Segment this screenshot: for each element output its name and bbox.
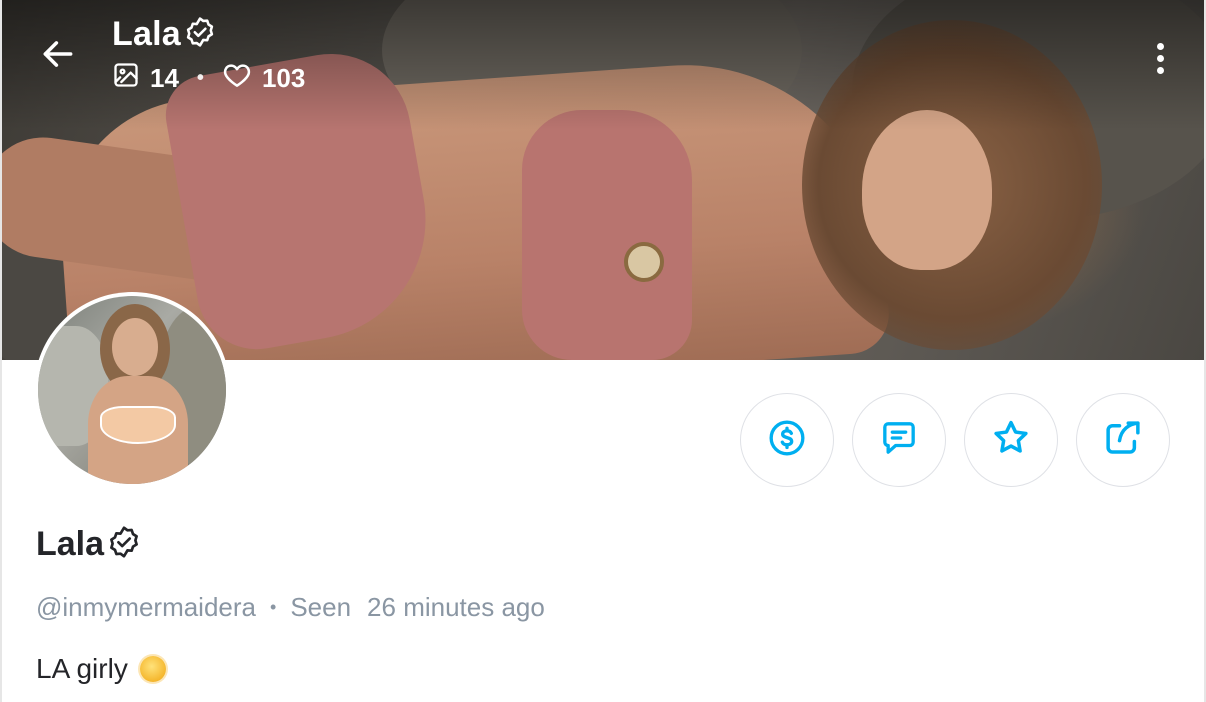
likes-count-stat[interactable]: 103 <box>222 60 305 97</box>
back-button[interactable] <box>36 34 80 78</box>
share-icon <box>1102 417 1144 464</box>
dollar-circle-icon <box>767 418 807 463</box>
heart-icon <box>222 60 252 97</box>
verified-badge-icon <box>106 524 142 565</box>
bio-text: LA girly <box>36 653 128 684</box>
avatar-image <box>38 296 226 484</box>
verified-badge-icon <box>183 15 217 54</box>
message-icon <box>879 418 919 463</box>
likes-count: 103 <box>261 63 306 93</box>
meta-separator: • <box>270 597 277 617</box>
star-icon <box>990 417 1032 464</box>
last-seen-label: Seen <box>290 592 352 622</box>
more-options-button[interactable] <box>1140 36 1180 80</box>
arrow-left-icon <box>39 35 77 78</box>
profile-meta: @inmymermaidera • Seen 26 minutes ago <box>36 592 545 623</box>
profile-page: Lala 14 • 103 Lala @inmymermaidera • See… <box>0 0 1206 702</box>
header-stats: 14 • 103 <box>112 60 305 97</box>
image-icon <box>112 61 140 96</box>
profile-name: Lala <box>36 525 105 563</box>
profile-handle[interactable]: @inmymermaidera <box>36 592 256 623</box>
message-button[interactable] <box>852 393 946 487</box>
media-count: 14 <box>150 63 179 93</box>
profile-info: Lala @inmymermaidera • Seen 26 minutes a… <box>36 522 545 685</box>
media-count-stat[interactable]: 14 <box>112 61 179 96</box>
sun-emoji-icon <box>139 656 166 682</box>
add-to-favorites-button[interactable] <box>964 393 1058 487</box>
profile-bio: LA girly <box>36 653 545 685</box>
last-seen-time: 26 minutes ago <box>367 592 545 622</box>
header-title-block: Lala 14 • 103 <box>112 14 305 97</box>
share-button[interactable] <box>1076 393 1170 487</box>
send-tip-button[interactable] <box>740 393 834 487</box>
stats-separator: • <box>196 67 204 89</box>
avatar[interactable] <box>34 292 230 488</box>
profile-actions <box>740 393 1170 487</box>
top-bar: Lala 14 • 103 <box>2 0 1204 110</box>
more-vertical-icon <box>1156 42 1164 50</box>
header-title: Lala <box>112 15 181 53</box>
